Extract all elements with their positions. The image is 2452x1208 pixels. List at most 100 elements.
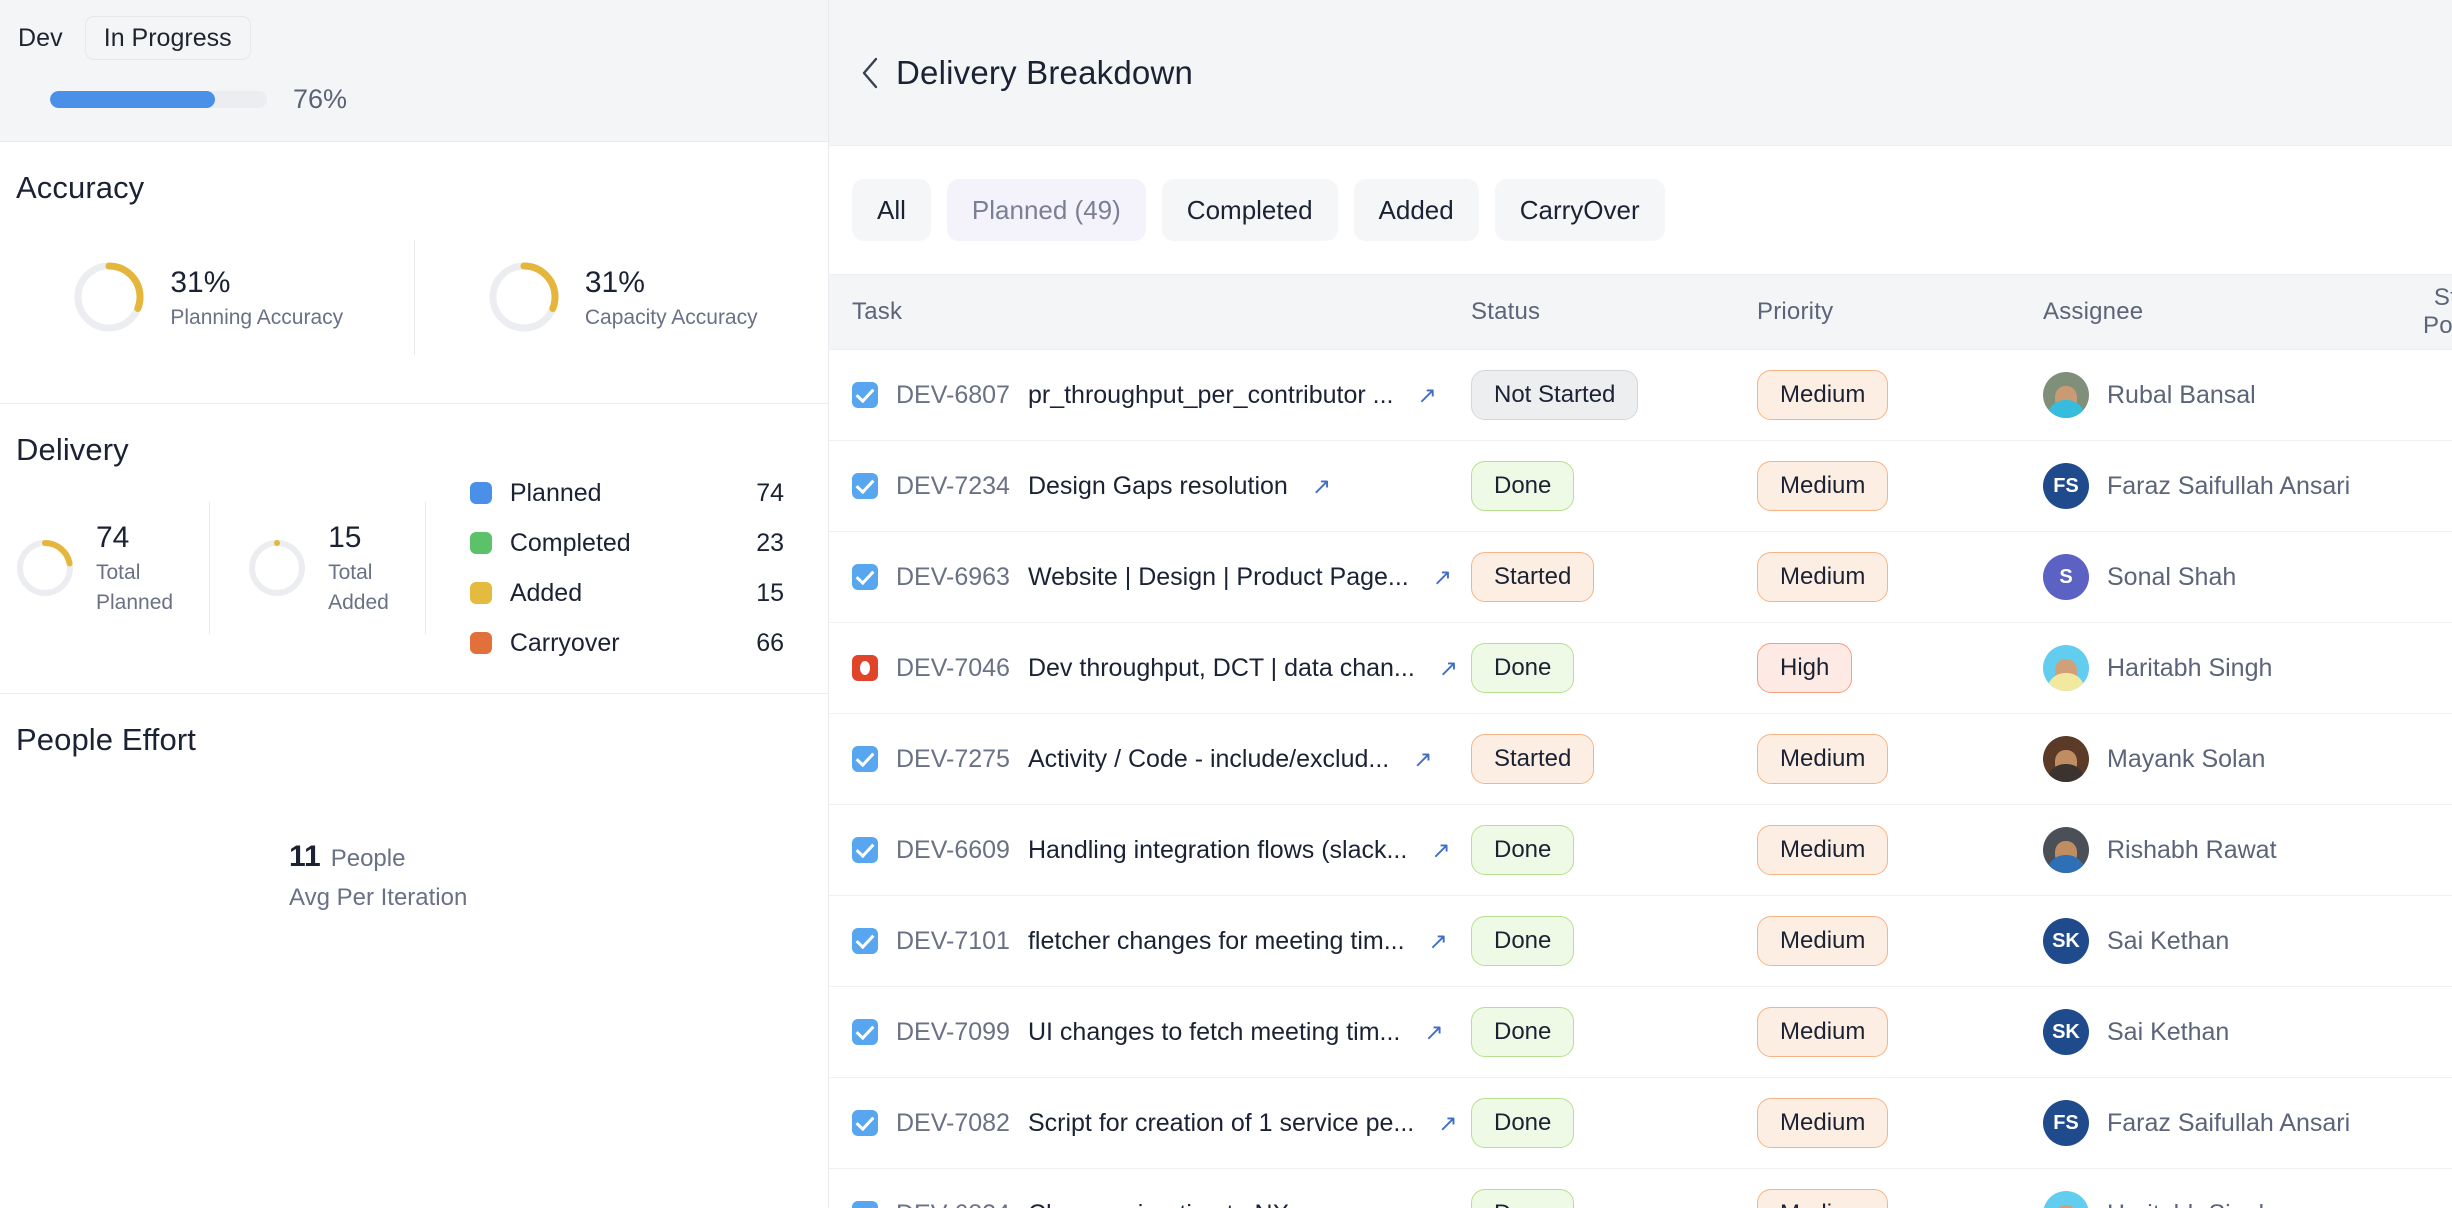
filter-tab-completed[interactable]: Completed <box>1161 179 1338 241</box>
legend-item-value: 15 <box>756 578 784 607</box>
external-link-icon[interactable]: ↗ <box>1313 1201 1332 1208</box>
total-planned-label-1: Total <box>96 560 141 584</box>
capacity-accuracy-gauge <box>485 258 563 336</box>
assignee-name: Sai Kethan <box>2107 926 2230 955</box>
checkbox-checked-icon[interactable] <box>852 382 878 408</box>
story-points-cell: - <box>2423 927 2452 956</box>
planning-accuracy-metric: 31% Planning Accuracy <box>0 258 414 336</box>
task-table-body: DEV-6807 pr_throughput_per_contributor ..… <box>829 350 2452 1208</box>
filter-tabs: All Planned (49) Completed Added CarryOver <box>829 146 2452 274</box>
table-row[interactable]: DEV-7234 Design Gaps resolution ↗ Done Mediu… <box>829 441 2452 532</box>
external-link-icon[interactable]: ↗ <box>1438 1110 1457 1137</box>
task-cell[interactable]: DEV-7082 Script for creation of 1 service… <box>829 1109 1471 1138</box>
table-row[interactable]: DEV-7101 fletcher changes for meeting tim… <box>829 896 2452 987</box>
total-added-gauge <box>246 537 308 599</box>
assignee-name: Sonal Shah <box>2107 562 2237 591</box>
progress-bar-fill <box>50 91 215 108</box>
total-added-value: 15 <box>328 520 362 554</box>
task-cell[interactable]: DEV-6824 Chrono migration to NX ↗ <box>829 1200 1471 1208</box>
legend-item: Carryover 66 <box>469 618 784 668</box>
status-badge: Not Started <box>1471 370 1639 420</box>
task-title: Dev throughput, DCT | data chan... <box>1027 653 1415 682</box>
task-key: DEV-7099 <box>896 1017 1010 1046</box>
delivery-gauges: 74 Total Planned 15 Total Added <box>0 502 389 634</box>
accuracy-section-title: Accuracy <box>16 170 145 205</box>
story-points-cell: - <box>2423 1200 2452 1208</box>
table-row[interactable]: DEV-7046 Dev throughput, DCT | data chan.… <box>829 623 2452 714</box>
people-count: 11 <box>289 840 321 873</box>
task-cell[interactable]: DEV-6609 Handling integration flows (slac… <box>829 836 1471 865</box>
status-badge: Done <box>1471 461 1575 511</box>
checkbox-checked-icon[interactable] <box>852 746 878 772</box>
task-cell[interactable]: DEV-7275 Activity / Code - include/exclud… <box>829 745 1471 774</box>
status-badge: Done <box>1471 1098 1575 1148</box>
external-link-icon[interactable]: ↗ <box>1417 382 1436 409</box>
status-cell: Done <box>1471 1189 1757 1208</box>
table-row[interactable]: DEV-7082 Script for creation of 1 service… <box>829 1078 2452 1169</box>
task-title: Handling integration flows (slack... <box>1027 835 1408 864</box>
task-cell[interactable]: DEV-7234 Design Gaps resolution ↗ <box>829 472 1471 501</box>
total-planned-label-2: Planned <box>96 591 174 614</box>
task-cell[interactable]: DEV-6963 Website | Design | Product Page.… <box>829 563 1471 592</box>
task-cell[interactable]: DEV-7101 fletcher changes for meeting tim… <box>829 927 1471 956</box>
external-link-icon[interactable]: ↗ <box>1312 473 1331 500</box>
task-key: DEV-7234 <box>896 471 1010 500</box>
table-row[interactable]: DEV-7099 UI changes to fetch meeting tim.… <box>829 987 2452 1078</box>
avatar: SK <box>2043 918 2089 964</box>
status-badge: Done <box>1471 1007 1575 1057</box>
capacity-accuracy-metric: 31% Capacity Accuracy <box>415 258 829 336</box>
task-key: DEV-7046 <box>896 653 1010 682</box>
checkbox-checked-icon[interactable] <box>852 1019 878 1045</box>
task-cell[interactable]: DEV-6807 pr_throughput_per_contributor ..… <box>829 381 1471 410</box>
task-cell[interactable]: DEV-7046 Dev throughput, DCT | data chan.… <box>829 654 1471 683</box>
total-planned-text: 74 Total Planned <box>96 520 173 617</box>
external-link-icon[interactable]: ↗ <box>1439 655 1458 682</box>
avatar: SK <box>2043 1009 2089 1055</box>
filter-tab-all[interactable]: All <box>852 179 931 241</box>
capacity-accuracy-label: Capacity Accuracy <box>584 306 758 330</box>
planning-accuracy-text: 31% Planning Accuracy <box>170 264 343 331</box>
filter-tab-added[interactable]: Added <box>1353 179 1479 241</box>
filter-tab-planned-49[interactable]: Planned (49) <box>946 179 1146 241</box>
table-row[interactable]: DEV-6609 Handling integration flows (slac… <box>829 805 2452 896</box>
people-effort-line: 11 People <box>289 840 539 874</box>
assignee-name: Haritabh Singh <box>2107 1200 2272 1208</box>
table-row[interactable]: DEV-6824 Chrono migration to NX ↗ Done Mediu… <box>829 1169 2452 1208</box>
column-header-assignee: Assignee <box>2043 298 2144 325</box>
external-link-icon[interactable]: ↗ <box>1433 564 1452 591</box>
table-row[interactable]: DEV-6807 pr_throughput_per_contributor ..… <box>829 350 2452 441</box>
task-key: DEV-7101 <box>896 926 1010 955</box>
team-status-chip[interactable]: In Progress <box>84 15 251 61</box>
table-row[interactable]: DEV-7275 Activity / Code - include/exclud… <box>829 714 2452 805</box>
checkbox-checked-icon[interactable] <box>852 1110 878 1136</box>
table-row[interactable]: DEV-6963 Website | Design | Product Page.… <box>829 532 2452 623</box>
bug-icon[interactable] <box>852 655 878 681</box>
assignee-name: Rubal Bansal <box>2107 380 2256 409</box>
assignee-name: Haritabh Singh <box>2107 653 2273 682</box>
story-points-cell: - <box>2423 1109 2452 1138</box>
priority-badge: Medium <box>1757 1007 1889 1057</box>
checkbox-checked-icon[interactable] <box>852 837 878 863</box>
column-header-status: Status <box>1471 298 1541 325</box>
priority-cell: Medium <box>1757 825 2043 875</box>
team-name: Dev <box>18 23 63 52</box>
delivery-gauge-divider <box>209 502 211 634</box>
planning-accuracy-gauge <box>70 258 148 336</box>
team-header: Dev In Progress 76% <box>0 0 828 142</box>
filter-tab-carryover[interactable]: CarryOver <box>1494 179 1665 241</box>
task-cell[interactable]: DEV-7099 UI changes to fetch meeting tim.… <box>829 1018 1471 1047</box>
external-link-icon[interactable]: ↗ <box>1429 928 1448 955</box>
external-link-icon[interactable]: ↗ <box>1413 746 1432 773</box>
checkbox-checked-icon[interactable] <box>852 928 878 954</box>
people-effort-section: People Effort 11 People Avg Per Iteratio… <box>0 694 828 1208</box>
assignee-cell: Rubal Bansal <box>2043 372 2423 418</box>
delivery-breakdown-panel: Delivery Breakdown All Planned (49) Comple… <box>829 0 2452 1208</box>
priority-cell: Medium <box>1757 461 2043 511</box>
priority-badge: Medium <box>1757 461 1889 511</box>
external-link-icon[interactable]: ↗ <box>1431 837 1450 864</box>
chevron-left-icon[interactable] <box>852 55 888 91</box>
checkbox-checked-icon[interactable] <box>852 473 878 499</box>
checkbox-checked-icon[interactable] <box>852 564 878 590</box>
checkbox-checked-icon[interactable] <box>852 1201 878 1208</box>
external-link-icon[interactable]: ↗ <box>1424 1019 1443 1046</box>
